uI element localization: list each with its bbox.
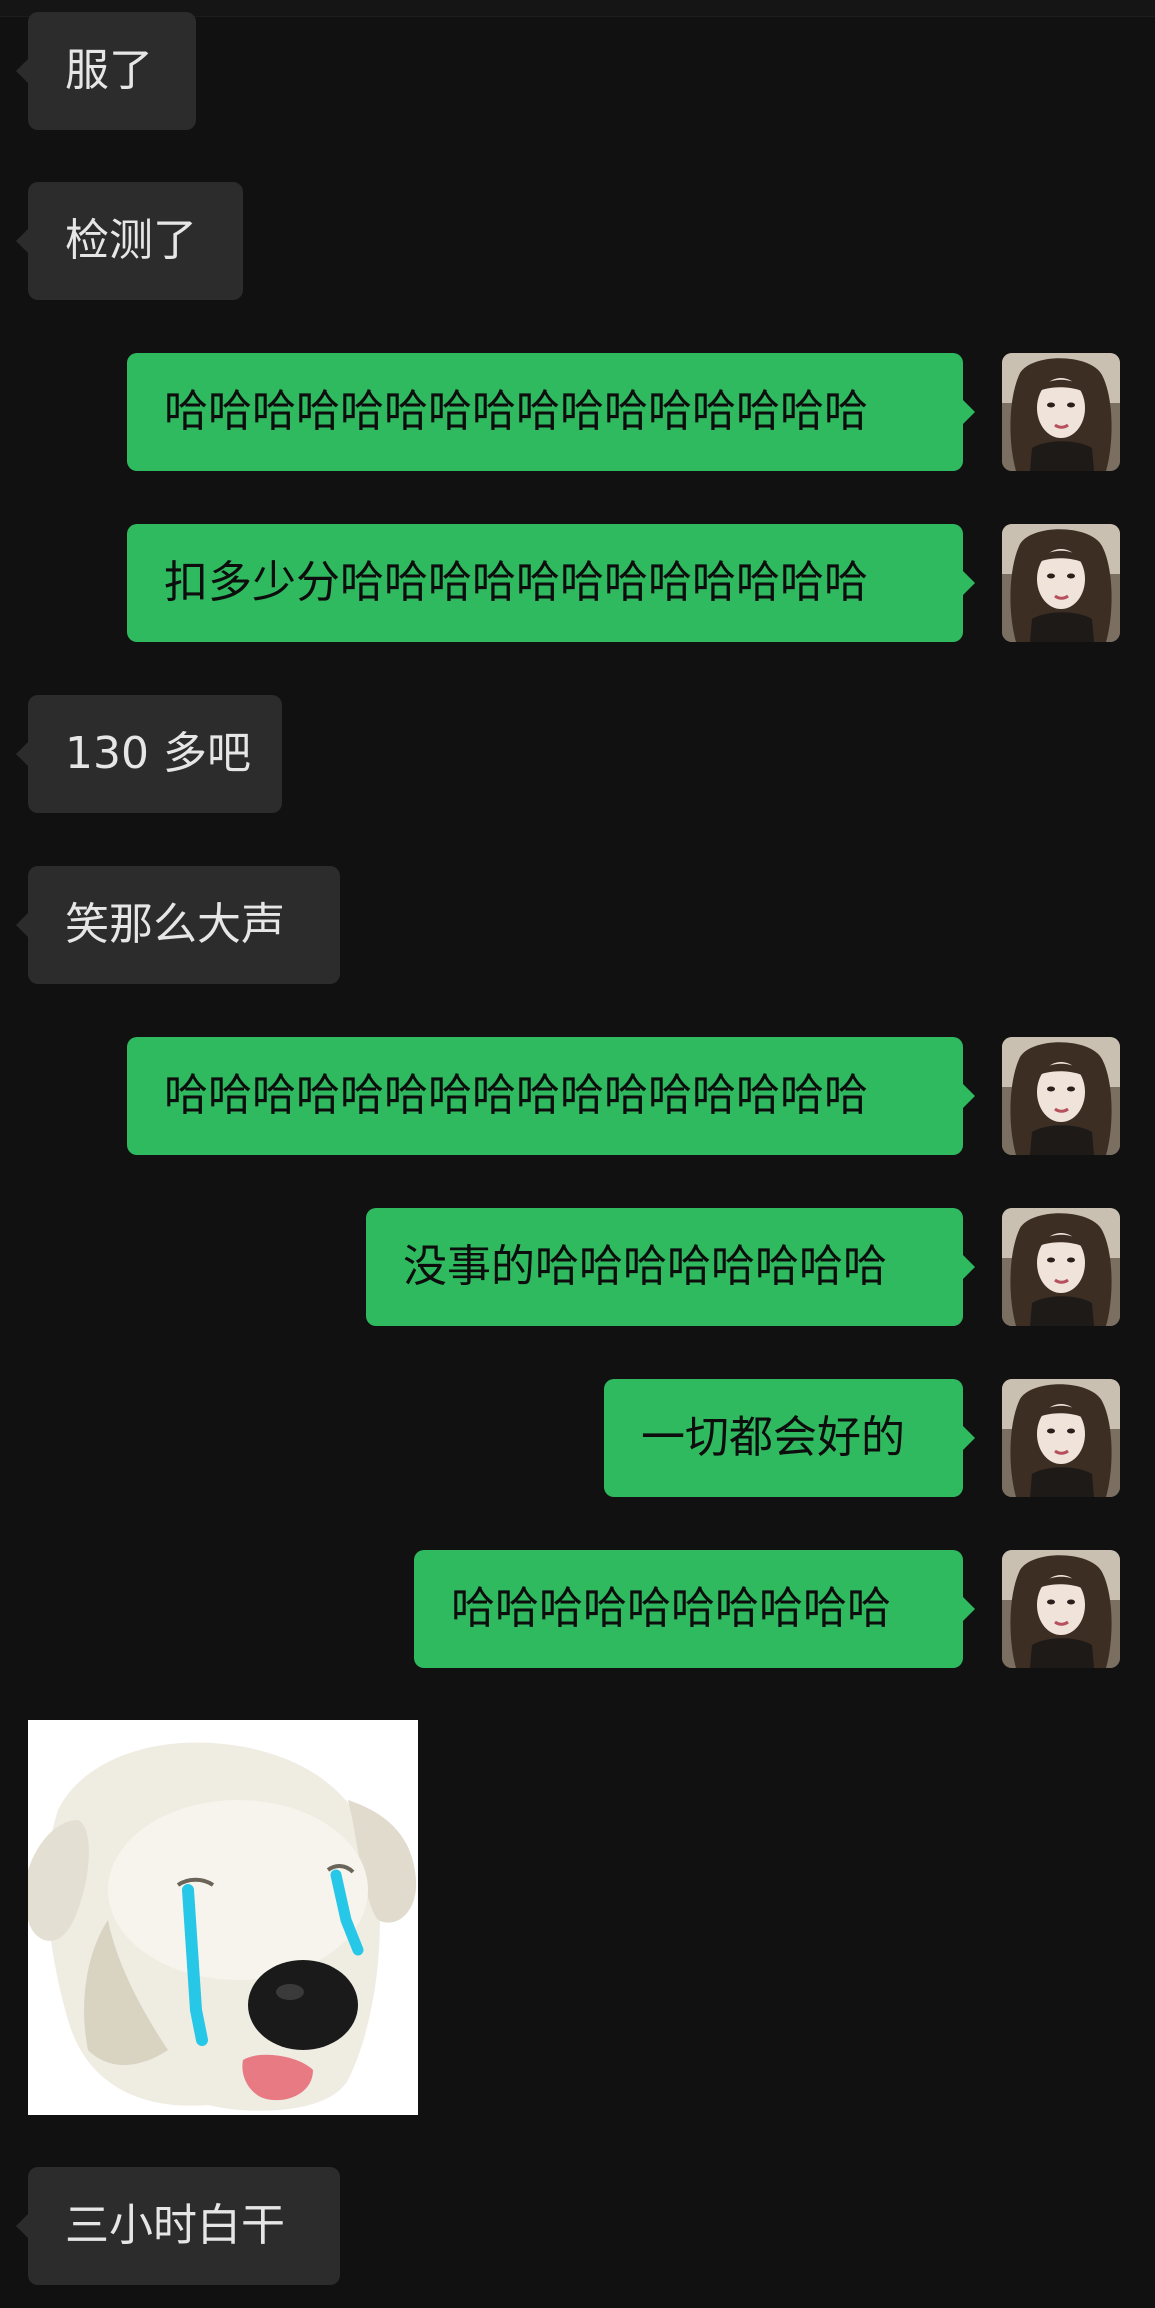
crying-white-dog-sticker[interactable]	[28, 1720, 418, 2115]
message-bubble-outgoing[interactable]: 一切都会好的	[604, 1379, 975, 1497]
user-avatar-icon[interactable]	[1002, 1037, 1120, 1155]
message-bubble-incoming[interactable]: 130 多吧	[16, 695, 282, 813]
message-bubble-incoming[interactable]: 三小时白干	[16, 2167, 340, 2285]
message-bubble-incoming[interactable]: 检测了	[16, 182, 243, 300]
message-bubble-outgoing[interactable]: 哈哈哈哈哈哈哈哈哈哈哈哈哈哈哈哈	[127, 1037, 975, 1155]
message-bubble-outgoing[interactable]: 哈哈哈哈哈哈哈哈哈哈	[414, 1550, 975, 1668]
message-bubble-outgoing[interactable]: 没事的哈哈哈哈哈哈哈哈	[366, 1208, 975, 1326]
message-bubble-incoming[interactable]: 服了	[16, 12, 196, 130]
message-bubble-incoming[interactable]: 笑那么大声	[16, 866, 340, 984]
user-avatar-icon[interactable]	[1002, 1208, 1120, 1326]
user-avatar-icon[interactable]	[1002, 1379, 1120, 1497]
message-bubble-outgoing[interactable]: 哈哈哈哈哈哈哈哈哈哈哈哈哈哈哈哈	[127, 353, 975, 471]
user-avatar-icon[interactable]	[1002, 1550, 1120, 1668]
user-avatar-icon[interactable]	[1002, 524, 1120, 642]
message-bubble-outgoing[interactable]: 扣多少分哈哈哈哈哈哈哈哈哈哈哈哈	[127, 524, 975, 642]
user-avatar-icon[interactable]	[1002, 353, 1120, 471]
